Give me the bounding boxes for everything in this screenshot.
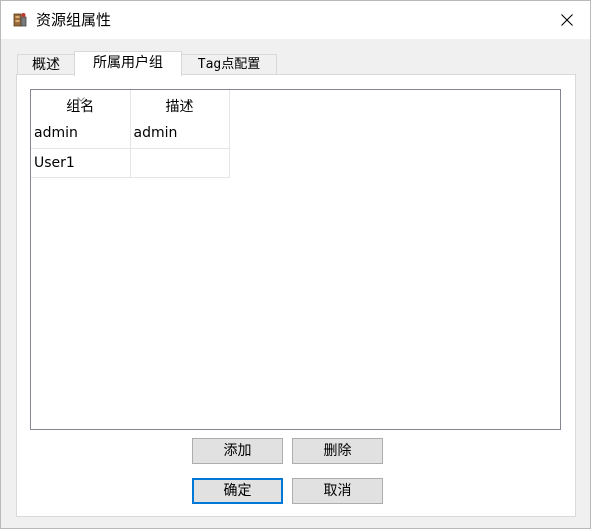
cell-description: admin xyxy=(130,119,230,149)
tab-panel-user-groups: 组名 描述 admin admin User1 添加 删除 确定 取消 xyxy=(16,74,576,517)
table-header-row: 组名 描述 xyxy=(31,90,230,119)
add-button[interactable]: 添加 xyxy=(192,438,283,464)
tab-overview[interactable]: 概述 xyxy=(17,54,75,75)
tab-overview-label: 概述 xyxy=(32,57,60,73)
tab-tag-config-label: Tag点配置 xyxy=(197,57,261,72)
cell-group-name: admin xyxy=(31,119,131,149)
table-row[interactable]: User1 xyxy=(31,148,230,178)
sort-ascending-icon xyxy=(77,90,85,106)
column-header-description-label: 描述 xyxy=(165,99,194,115)
tab-tag-config[interactable]: Tag点配置 xyxy=(181,54,277,75)
dialog-window: 资源组属性 概述 所属用户组 Tag点配置 组名 描述 admin admin … xyxy=(0,0,591,529)
column-header-group-name[interactable]: 组名 xyxy=(31,90,131,119)
close-button[interactable] xyxy=(544,1,590,39)
cancel-button[interactable]: 取消 xyxy=(292,478,383,504)
ok-button[interactable]: 确定 xyxy=(192,478,283,504)
tab-user-groups[interactable]: 所属用户组 xyxy=(74,51,182,76)
user-group-table: 组名 描述 admin admin User1 xyxy=(31,90,230,178)
cell-group-name: User1 xyxy=(31,148,131,178)
title-bar[interactable]: 资源组属性 xyxy=(1,1,590,39)
tab-user-groups-label: 所属用户组 xyxy=(93,55,163,71)
window-title: 资源组属性 xyxy=(36,11,112,29)
close-icon xyxy=(561,14,573,26)
table-row[interactable]: admin admin xyxy=(31,119,230,149)
user-group-list[interactable]: 组名 描述 admin admin User1 xyxy=(30,89,561,430)
delete-button[interactable]: 删除 xyxy=(292,438,383,464)
cell-description xyxy=(130,148,230,178)
column-header-description[interactable]: 描述 xyxy=(130,90,230,119)
resource-group-app-icon xyxy=(11,11,29,29)
